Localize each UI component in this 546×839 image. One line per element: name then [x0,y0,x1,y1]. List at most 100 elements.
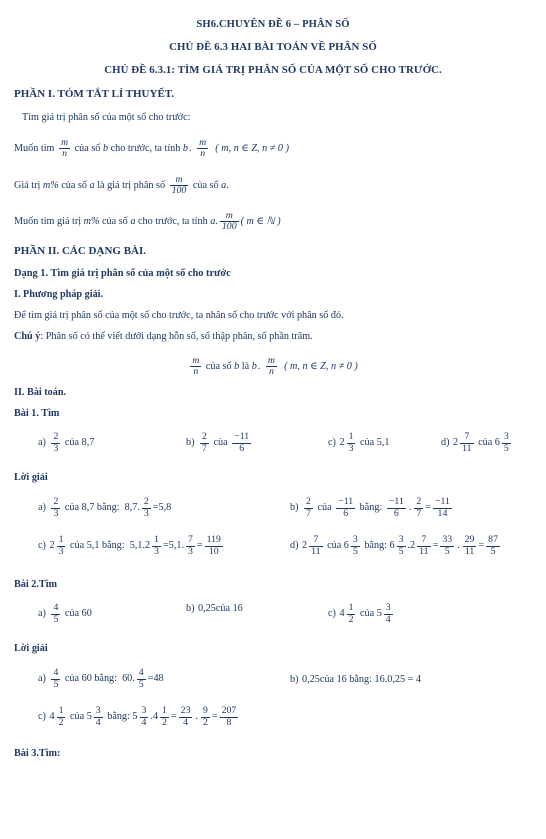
solution-operand-1: 5 3 4 .4 1 2 [132,705,169,728]
solution-value: 8,7 [81,502,95,514]
item-fraction: 1 3 [346,431,356,454]
item-value-fraction: 3 5 [501,431,511,454]
rule1-lead: Muốn tìm [14,143,55,155]
item-value-fraction: 3 4 [383,602,393,625]
rule3-mid2: cho trước, ta tính [137,216,208,228]
item-mixed-number: 2 1 3 [339,431,356,454]
rule2-period: . [226,179,229,191]
rule1-after: cho trước, ta tính [110,143,181,155]
solution-cua: của [317,502,332,514]
section-heading-part1: PHẦN I. TÓM TẮT LÍ THUYẾT. [14,88,175,100]
solution-bang: bằng: [364,540,387,552]
item-cua: của [360,608,375,620]
solution-cua: của [70,540,85,552]
solution-expression: 16.0,25 = 4 [374,674,421,686]
item-cua: của [215,603,231,615]
solution-value-fraction: −11 6 [336,496,356,519]
rule1-var-b2: b [182,143,188,155]
bai1-item-d: d) 2 7 11 của 6 3 5 [441,431,513,454]
item-value: 60 [81,608,92,620]
solution-operand-2: 2 7 [414,496,424,519]
solution-cua: của [64,502,80,514]
item-value-fraction: −11 6 [232,431,252,454]
solution-value: 16 [336,674,347,686]
solution-label: a) [38,673,46,685]
solution-fraction: 1 2 [56,705,66,728]
solution-mixed-number: 4 1 2 [49,705,66,728]
item-label: c) [328,608,336,620]
item-fraction: 4 5 [51,602,61,625]
solution-result: 48 [153,673,164,685]
bai1-solution-a: a) 2 3 của 8,7 bằng: 8,7. 2 3 =5,8 [38,496,172,519]
item-value-mixed: 6 3 5 [494,431,511,454]
solution-label: c) [38,711,46,723]
solution-label: b) [290,674,299,686]
rule3-lead: Muốn tìm giá trị [14,216,82,228]
solution-equals: = [425,502,431,514]
bai2-item-c: c) 4 1 2 của 5 3 4 [328,602,395,625]
solution-result-fraction: 119 10 [204,534,223,557]
solution-bang: bằng: [359,502,383,514]
subsection-heading-dang1: Dạng 1. Tìm giá trị phân số của một số c… [14,267,231,279]
item-fraction: 7 11 [460,431,474,454]
rule2-fraction-m-over-100: m 100 [169,173,189,196]
method-note: Chú ý: Phân số có thể viết dưới dạng hỗn… [14,331,546,342]
item-label: c) [328,437,336,449]
exercise-heading-bai2: Bài 2.Tìm [14,579,58,591]
formula-fraction-m-over-n: m n [190,354,202,377]
solution-equals-1: = [432,540,439,552]
bai1-item-c: c) 2 1 3 của 5,1 [328,431,390,454]
solution-fraction: 7 11 [309,534,323,557]
note-text: : Phân số có thể viết dưới dạng hỗn số, … [40,330,313,342]
subsection-heading-exercises: II. Bài toán. [14,387,67,399]
solution-value-fraction: 3 4 [93,705,103,728]
subsection-heading-method: I. Phương pháp giải. [14,288,104,300]
solution-mixed-number: 2 7 11 [302,534,323,557]
formula-dot: . [257,360,261,372]
solution-equals-1: = [170,711,177,723]
solution-step-fraction-a: 33 5 [440,534,455,557]
solution-expr-lead: 5,1.2 [129,540,151,552]
solution-step-fraction-b: 29 11 [462,534,477,557]
rule1-var-b: b [102,143,109,155]
rule3-condition: ( m ∈ ℕ ) [240,216,281,228]
solution-operand-1: 6 3 5 .2 7 11 [389,534,431,557]
item-mixed-number: 4 1 2 [339,602,356,625]
formula-var-b: b [234,360,240,372]
formula-mid: của số [205,360,232,372]
rule2-mid2: là giá trị phân số [97,179,166,191]
operand-fraction: 3 4 [139,705,149,728]
solution-label: d) [290,540,299,552]
rule3-var-a: a [130,216,136,228]
solution-expr-lead: 60. [122,673,135,685]
item-fraction: 2 7 [200,431,209,454]
solution-cua: của [319,674,335,686]
bai1-item-a: a) 2 3 của 8,7 [38,431,95,454]
item-cua: của [64,437,80,449]
solution-heading-bai2: Lời giải [14,643,48,655]
solution-bang: bằng: [94,673,117,685]
solution-label: b) [290,502,299,514]
solution-fraction: 4 5 [51,667,61,690]
solution-result-fraction: 207 8 [219,705,239,728]
item-value: 5,1 [376,437,390,449]
solution-expr-fraction: 4 5 [136,667,146,690]
item-mixed-number: 2 7 11 [453,431,474,454]
rule2-mid1: của số [61,179,87,191]
item-cua: của [213,437,228,449]
solution-dot-2: . [195,711,198,723]
solution-result: 5,8 [158,502,172,514]
solution-dot-2: . [457,540,460,552]
bai2-question-row: a) 4 5 của 60 b) 0,25của 16 c) 4 1 2 của… [0,602,546,629]
solution-value-mixed: 6 3 5 [343,534,360,557]
formula-var-b2: b [251,360,257,372]
bai1-solution-b: b) 2 7 của −11 6 bằng: −11 6 . 2 7 = −11… [290,496,454,519]
item-label: a) [38,437,46,449]
formula-la: là [241,360,250,372]
solution-label: c) [38,540,46,552]
exercise-heading-bai3: Bài 3.Tìm: [14,748,61,760]
rule1-condition: ( m, n ∈ Z, n ≠ 0 ) [215,143,289,155]
item-value: 8,7 [81,437,95,449]
page-title-sub1: CHỦ ĐỀ 6.3 HAI BÀI TOÁN VỀ PHÂN SỐ [169,41,377,53]
solution-fraction: 1 3 [56,534,66,557]
